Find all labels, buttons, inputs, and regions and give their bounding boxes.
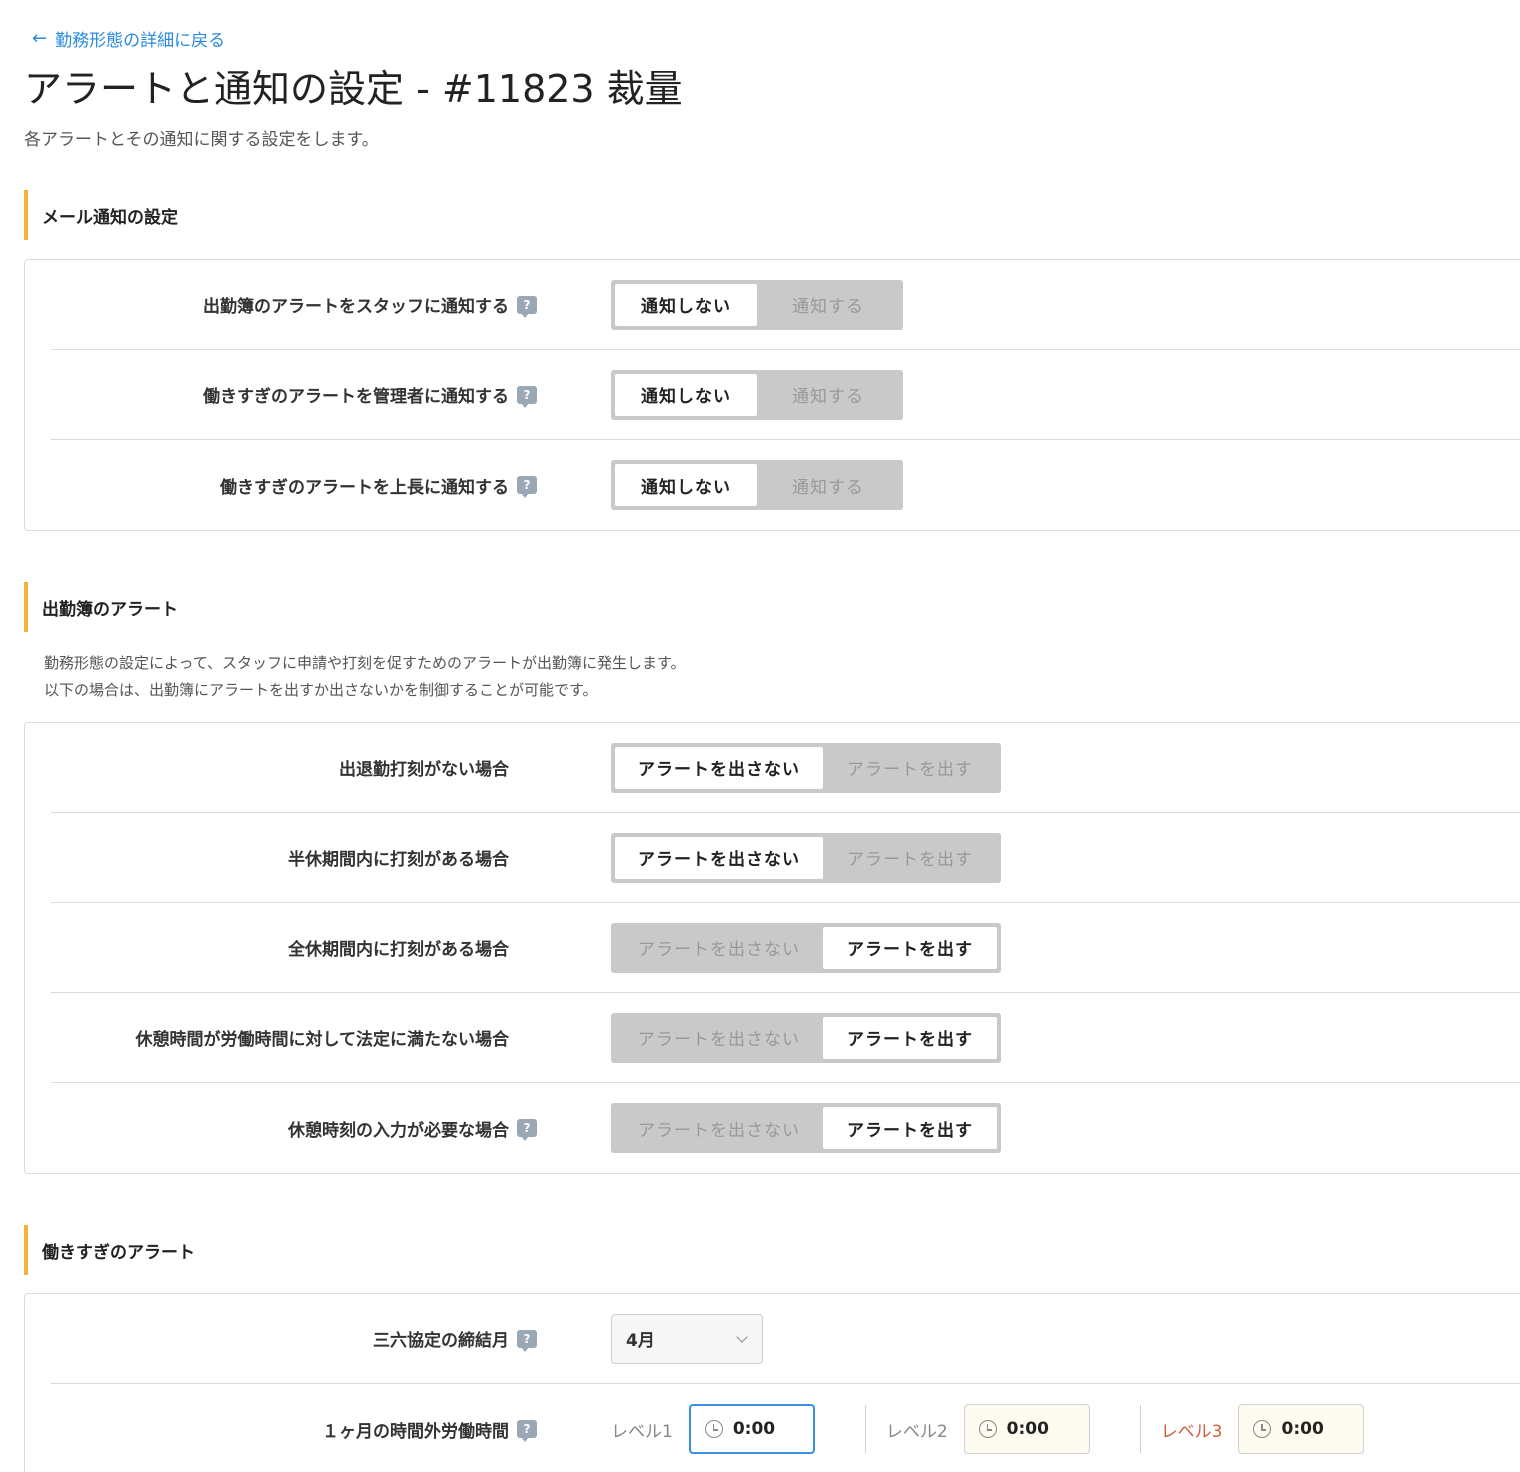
section-title-mail-text: メール通知の設定 bbox=[42, 207, 178, 228]
agreement-month-value: 4月 bbox=[626, 1331, 655, 1351]
overwork-alert-panel: 三六協定の締結月 ? 4月 １ヶ月の時間外労働時間 ? レベル1 0:00 レベ… bbox=[24, 1293, 1520, 1472]
attendance-row: 出退勤打刻がない場合 アラートを出さない アラートを出す bbox=[51, 723, 1520, 813]
row-label-text: 働きすぎのアラートを管理者に通知する bbox=[203, 387, 509, 407]
attendance-note-line2: 以下の場合は、出勤簿にアラートを出すか出さないかを制御することが可能です。 bbox=[44, 681, 598, 699]
option-off[interactable]: 通知しない bbox=[615, 283, 757, 326]
row-label: 働きすぎのアラートを上長に通知する ? bbox=[51, 473, 541, 498]
help-icon[interactable]: ? bbox=[517, 385, 537, 408]
row-label: 休憩時刻の入力が必要な場合 ? bbox=[51, 1116, 541, 1141]
option-off[interactable]: 通知しない bbox=[615, 464, 757, 506]
level-1-time-value: 0:00 bbox=[732, 1419, 776, 1439]
option-on[interactable]: 通知する bbox=[757, 464, 899, 506]
back-link[interactable]: ← 勤務形態の詳細に戻る bbox=[32, 26, 225, 51]
mail-row-supervisor: 働きすぎのアラートを上長に通知する ? 通知しない 通知する bbox=[51, 440, 1520, 530]
section-title-overwork-text: 働きすぎのアラート bbox=[42, 1242, 195, 1263]
insufficient-break-toggle: アラートを出さない アラートを出す bbox=[611, 1012, 1001, 1063]
clock-icon bbox=[978, 1420, 997, 1438]
level-2: レベル2 0:00 bbox=[886, 1404, 1090, 1454]
row-label: 働きすぎのアラートを管理者に通知する ? bbox=[51, 382, 541, 408]
option-on[interactable]: アラートを出す bbox=[823, 747, 997, 789]
level-1: レベル1 0:00 bbox=[611, 1404, 815, 1454]
half-leave-punch-toggle: アラートを出さない アラートを出す bbox=[611, 832, 1001, 883]
level-1-time-input[interactable]: 0:00 bbox=[688, 1404, 815, 1454]
back-link-label: 勤務形態の詳細に戻る bbox=[55, 31, 226, 51]
row-label: １ヶ月の時間外労働時間 ? bbox=[51, 1417, 541, 1442]
level-3-label: レベル3 bbox=[1160, 1421, 1223, 1442]
row-label-text: 休憩時間が労働時間に対して法定に満たない場合 bbox=[135, 1030, 510, 1050]
notify-supervisor-toggle: 通知しない 通知する bbox=[611, 460, 903, 510]
option-off[interactable]: アラートを出さない bbox=[615, 927, 823, 969]
attendance-row: 全休期間内に打刻がある場合 アラートを出さない アラートを出す bbox=[51, 903, 1520, 993]
page-description: 各アラートとその通知に関する設定をします。 bbox=[24, 130, 379, 150]
attendance-row: 半休期間内に打刻がある場合 アラートを出さない アラートを出す bbox=[51, 813, 1520, 903]
page-title: アラートと通知の設定 - #11823 裁量 bbox=[24, 67, 683, 111]
attendance-note-line1: 勤務形態の設定によって、スタッフに申請や打刻を促すためのアラートが出勤簿に発生し… bbox=[44, 654, 686, 672]
mail-row-admin: 働きすぎのアラートを管理者に通知する ? 通知しない 通知する bbox=[51, 350, 1520, 440]
option-on[interactable]: アラートを出す bbox=[823, 1016, 997, 1059]
clock-icon bbox=[704, 1420, 723, 1438]
overtime-levels: レベル1 0:00 レベル2 0:00 レベル3 0:00 bbox=[611, 1404, 1365, 1454]
row-label: 全休期間内に打刻がある場合 bbox=[51, 935, 541, 960]
help-icon[interactable]: ? bbox=[517, 1329, 537, 1352]
row-label-text: 働きすぎのアラートを上長に通知する bbox=[220, 477, 509, 498]
row-label: 三六協定の締結月 ? bbox=[51, 1326, 541, 1352]
option-on[interactable]: アラートを出す bbox=[823, 1107, 997, 1149]
section-title-attendance-text: 出勤簿のアラート bbox=[42, 599, 178, 620]
agreement-month-select[interactable]: 4月 bbox=[611, 1313, 763, 1364]
help-icon[interactable]: ? bbox=[517, 1420, 537, 1442]
attendance-alert-panel: 出退勤打刻がない場合 アラートを出さない アラートを出す 半休期間内に打刻がある… bbox=[24, 722, 1520, 1174]
section-title-overwork: 働きすぎのアラート bbox=[24, 1225, 1520, 1275]
option-off[interactable]: アラートを出さない bbox=[615, 1017, 823, 1059]
row-label-text: 三六協定の締結月 bbox=[373, 1331, 509, 1351]
level-2-time-value: 0:00 bbox=[1006, 1419, 1049, 1439]
row-label-text: 全休期間内に打刻がある場合 bbox=[288, 940, 509, 960]
divider bbox=[864, 1405, 866, 1453]
option-on[interactable]: アラートを出す bbox=[823, 926, 997, 969]
row-label: 出退勤打刻がない場合 bbox=[51, 755, 541, 780]
monthly-overtime-row: １ヶ月の時間外労働時間 ? レベル1 0:00 レベル2 0:00 レベル3 0… bbox=[51, 1384, 1520, 1472]
option-off[interactable]: アラートを出さない bbox=[615, 1107, 823, 1149]
row-label-text: 出勤簿のアラートをスタッフに通知する bbox=[203, 297, 509, 317]
clock-icon bbox=[1253, 1420, 1272, 1438]
section-title-attendance: 出勤簿のアラート bbox=[24, 582, 1520, 632]
notify-staff-toggle: 通知しない 通知する bbox=[611, 279, 903, 330]
attendance-note: 勤務形態の設定によって、スタッフに申請や打刻を促すためのアラートが出勤簿に発生し… bbox=[44, 650, 686, 704]
row-label: 休憩時間が労働時間に対して法定に満たない場合 bbox=[51, 1025, 541, 1050]
mail-settings-panel: 出勤簿のアラートをスタッフに通知する ? 通知しない 通知する 働きすぎのアラー… bbox=[24, 259, 1520, 531]
row-label-text: 休憩時刻の入力が必要な場合 bbox=[288, 1120, 509, 1141]
row-label-text: 出退勤打刻がない場合 bbox=[339, 760, 509, 780]
option-off[interactable]: アラートを出さない bbox=[615, 746, 823, 789]
level-2-label: レベル2 bbox=[885, 1421, 948, 1442]
row-label: 半休期間内に打刻がある場合 bbox=[51, 845, 541, 870]
chevron-down-icon bbox=[736, 1330, 748, 1343]
full-leave-punch-toggle: アラートを出さない アラートを出す bbox=[611, 922, 1001, 973]
option-on[interactable]: アラートを出す bbox=[823, 837, 997, 879]
break-time-required-toggle: アラートを出さない アラートを出す bbox=[611, 1103, 1001, 1153]
notify-admin-toggle: 通知しない 通知する bbox=[611, 369, 903, 420]
attendance-row: 休憩時間が労働時間に対して法定に満たない場合 アラートを出さない アラートを出す bbox=[51, 993, 1520, 1083]
level-3: レベル3 0:00 bbox=[1161, 1404, 1365, 1454]
arrow-left-icon: ← bbox=[32, 28, 48, 49]
level-3-time-value: 0:00 bbox=[1281, 1419, 1324, 1439]
level-2-time-input[interactable]: 0:00 bbox=[963, 1404, 1090, 1454]
row-label: 出勤簿のアラートをスタッフに通知する ? bbox=[51, 292, 541, 318]
level-3-time-input[interactable]: 0:00 bbox=[1238, 1404, 1365, 1454]
missing-punch-toggle: アラートを出さない アラートを出す bbox=[611, 742, 1001, 793]
section-title-mail: メール通知の設定 bbox=[24, 190, 1520, 240]
option-off[interactable]: 通知しない bbox=[615, 373, 757, 416]
row-label-text: １ヶ月の時間外労働時間 bbox=[322, 1421, 509, 1442]
help-icon[interactable]: ? bbox=[517, 1119, 537, 1141]
option-off[interactable]: アラートを出さない bbox=[615, 836, 823, 879]
mail-row-staff: 出勤簿のアラートをスタッフに通知する ? 通知しない 通知する bbox=[51, 260, 1520, 350]
option-on[interactable]: 通知する bbox=[757, 374, 899, 416]
agreement-month-row: 三六協定の締結月 ? 4月 bbox=[51, 1294, 1520, 1384]
help-icon[interactable]: ? bbox=[517, 476, 537, 498]
help-icon[interactable]: ? bbox=[517, 295, 537, 318]
row-label-text: 半休期間内に打刻がある場合 bbox=[288, 850, 509, 870]
divider bbox=[1139, 1405, 1141, 1453]
option-on[interactable]: 通知する bbox=[757, 284, 899, 326]
attendance-row: 休憩時刻の入力が必要な場合 ? アラートを出さない アラートを出す bbox=[51, 1083, 1520, 1173]
level-1-label: レベル1 bbox=[611, 1421, 673, 1442]
